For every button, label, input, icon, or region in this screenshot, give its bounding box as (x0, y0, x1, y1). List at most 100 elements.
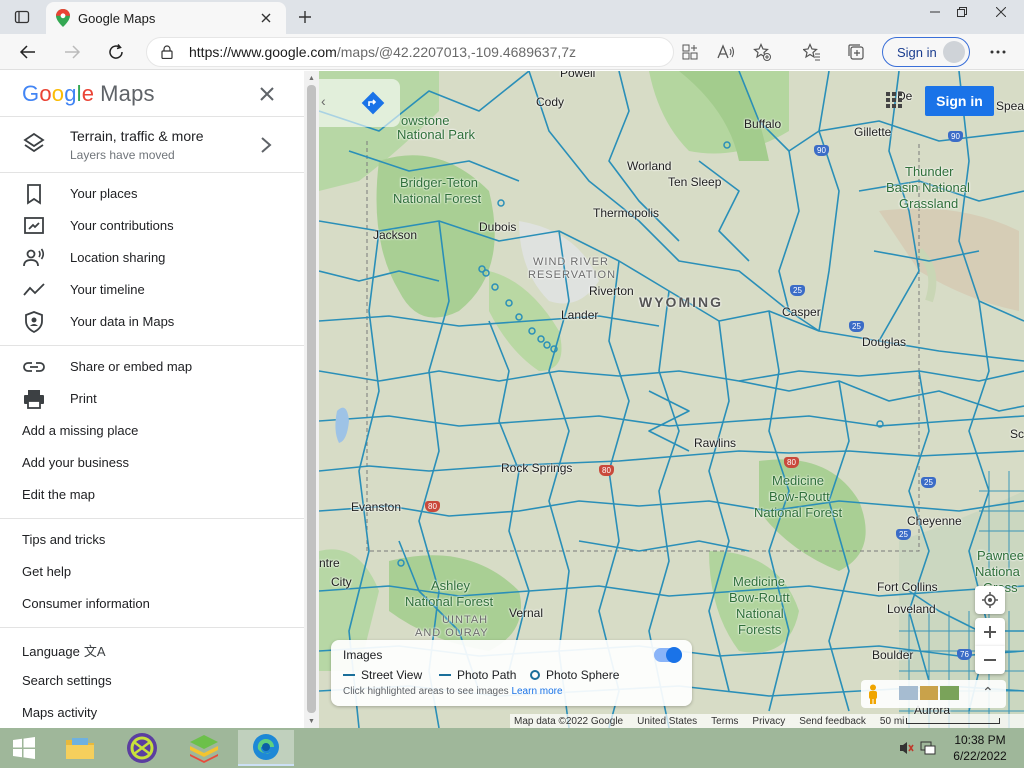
back-button[interactable] (14, 38, 42, 66)
network-icon[interactable] (920, 740, 936, 756)
address-bar[interactable]: https://www.google.com/maps/@42.2207013,… (146, 37, 674, 67)
google-apps-icon[interactable] (886, 92, 902, 108)
menu-item-maps-activity[interactable]: Maps activity (0, 698, 304, 728)
menu-item-add-business[interactable]: Add your business (0, 448, 304, 478)
menu-item-tips[interactable]: Tips and tricks (0, 525, 304, 555)
menu-item-label: Your contributions (70, 218, 174, 233)
terms-link[interactable]: Terms (711, 716, 738, 727)
close-window-button[interactable] (984, 0, 1018, 24)
maps-sign-in-button[interactable]: Sign in (925, 86, 994, 116)
privacy-link[interactable]: Privacy (752, 716, 785, 727)
app-taskbar-button[interactable] (114, 730, 170, 766)
map-label-rock-springs: Rock Springs (501, 461, 573, 475)
more-dots-icon (990, 50, 1006, 54)
scrollbar-thumb[interactable] (307, 85, 316, 713)
menu-item-your-contributions[interactable]: Your contributions (0, 211, 304, 241)
menu-item-your-timeline[interactable]: Your timeline (0, 275, 304, 305)
images-card-hint: Click highlighted areas to see images Le… (343, 686, 563, 697)
map-label-thunder: Thunder (905, 164, 954, 179)
language-label: Language (22, 644, 80, 659)
map-label-ashley-forest: National Forest (405, 594, 494, 609)
refresh-icon (109, 44, 123, 59)
map-label-and-ouray: AND OURAY (415, 627, 489, 639)
map-label-casper: Casper (782, 305, 821, 319)
tab-actions-button[interactable] (8, 6, 36, 28)
collections-icon (848, 44, 864, 60)
map-label-uintah: UINTAH (442, 614, 489, 626)
directions-icon[interactable] (361, 91, 385, 115)
menu-item-add-missing-place[interactable]: Add a missing place (0, 416, 304, 446)
close-menu-button[interactable] (254, 81, 280, 107)
scroll-up-arrow[interactable]: ▲ (307, 73, 316, 83)
menu-item-consumer-info[interactable]: Consumer information (0, 589, 304, 619)
highway-shield-76: 76 (957, 649, 972, 660)
scroll-down-arrow[interactable]: ▼ (307, 716, 316, 726)
my-location-button[interactable] (975, 586, 1005, 614)
collapse-chevron-icon[interactable]: ‹ (321, 93, 326, 109)
google-wordmark: Google (22, 81, 95, 106)
menu-item-label: Tips and tricks (22, 532, 106, 547)
menu-item-print[interactable]: Print (0, 384, 304, 414)
menu-item-get-help[interactable]: Get help (0, 557, 304, 587)
settings-more-button[interactable] (984, 38, 1012, 66)
menu-item-label: Your data in Maps (70, 314, 175, 329)
refresh-button[interactable] (102, 38, 130, 66)
thumbnail-forest[interactable] (940, 686, 960, 700)
thumbnail-satellite[interactable] (899, 686, 918, 700)
browser-sign-in-label: Sign in (897, 44, 937, 60)
learn-more-link[interactable]: Learn more (511, 686, 562, 697)
collections-button[interactable] (842, 38, 870, 66)
lock-icon[interactable] (161, 45, 173, 59)
zoom-out-button[interactable] (975, 646, 1005, 674)
minus-icon (984, 659, 996, 661)
map-label-basin: Basin National (886, 180, 970, 195)
menu-item-language[interactable]: Language 文A (0, 634, 304, 664)
read-aloud-icon (717, 44, 735, 59)
system-clock[interactable]: 10:38 PM 6/22/2022 (944, 732, 1016, 764)
map-label-bow-routt: Bow-Routt (769, 489, 830, 504)
pegman-icon[interactable] (866, 684, 880, 704)
new-tab-button[interactable] (294, 6, 316, 28)
thumbnail-terrain[interactable] (919, 686, 939, 700)
add-favorite-button[interactable] (748, 38, 776, 66)
app-available-button[interactable] (676, 38, 704, 66)
photo-path-swatch (439, 674, 451, 676)
read-aloud-button[interactable] (712, 38, 740, 66)
country-link[interactable]: United States (637, 716, 697, 727)
layer-thumbnails[interactable] (899, 686, 960, 700)
zoom-in-button[interactable] (975, 618, 1005, 646)
browser-tab-bar: Google Maps (0, 0, 1024, 34)
menu-item-share-embed[interactable]: Share or embed map (0, 352, 304, 382)
scale-label[interactable]: 50 mi (880, 716, 904, 727)
edge-taskbar-button[interactable] (238, 730, 294, 766)
map-label-ten-sleep: Ten Sleep (668, 175, 722, 189)
url-text: https://www.google.com/maps/@42.2207013,… (189, 44, 576, 60)
highway-shield-25: 25 (849, 321, 864, 332)
send-feedback-link[interactable]: Send feedback (799, 716, 866, 727)
expand-chevron-icon[interactable]: ⌃ (982, 684, 994, 701)
bluestacks-taskbar-button[interactable] (176, 730, 232, 766)
menu-item-location-sharing[interactable]: Location sharing (0, 243, 304, 273)
menu-item-edit-map[interactable]: Edit the map (0, 480, 304, 510)
map-label-medicine-forest: National Forest (754, 505, 843, 520)
divider (0, 172, 304, 173)
start-button[interactable] (0, 728, 48, 768)
menu-item-search-settings[interactable]: Search settings (0, 666, 304, 696)
browser-sign-in-button[interactable]: Sign in (882, 37, 970, 67)
volume-muted-icon[interactable] (898, 740, 914, 756)
images-layer-card: Images Street View Photo Path Photo Sphe… (331, 640, 692, 706)
forward-button[interactable] (58, 38, 86, 66)
menu-item-label: Edit the map (22, 487, 95, 502)
browser-tab-google-maps[interactable]: Google Maps (46, 2, 286, 34)
images-layer-toggle[interactable] (654, 647, 682, 663)
file-explorer-taskbar-button[interactable] (52, 730, 108, 766)
favorites-button[interactable] (798, 38, 826, 66)
layers-item[interactable]: Terrain, traffic & more Layers have move… (0, 117, 304, 173)
restore-button[interactable] (945, 0, 979, 24)
menu-item-your-places[interactable]: Your places (0, 179, 304, 209)
divider (0, 345, 304, 346)
menu-scrollbar[interactable]: ▲ ▼ (304, 71, 319, 728)
map-canvas[interactable]: Powell Cody owstone National Park Buffal… (319, 71, 1024, 728)
menu-item-your-data[interactable]: Your data in Maps (0, 307, 304, 337)
close-tab-button[interactable] (256, 8, 276, 28)
